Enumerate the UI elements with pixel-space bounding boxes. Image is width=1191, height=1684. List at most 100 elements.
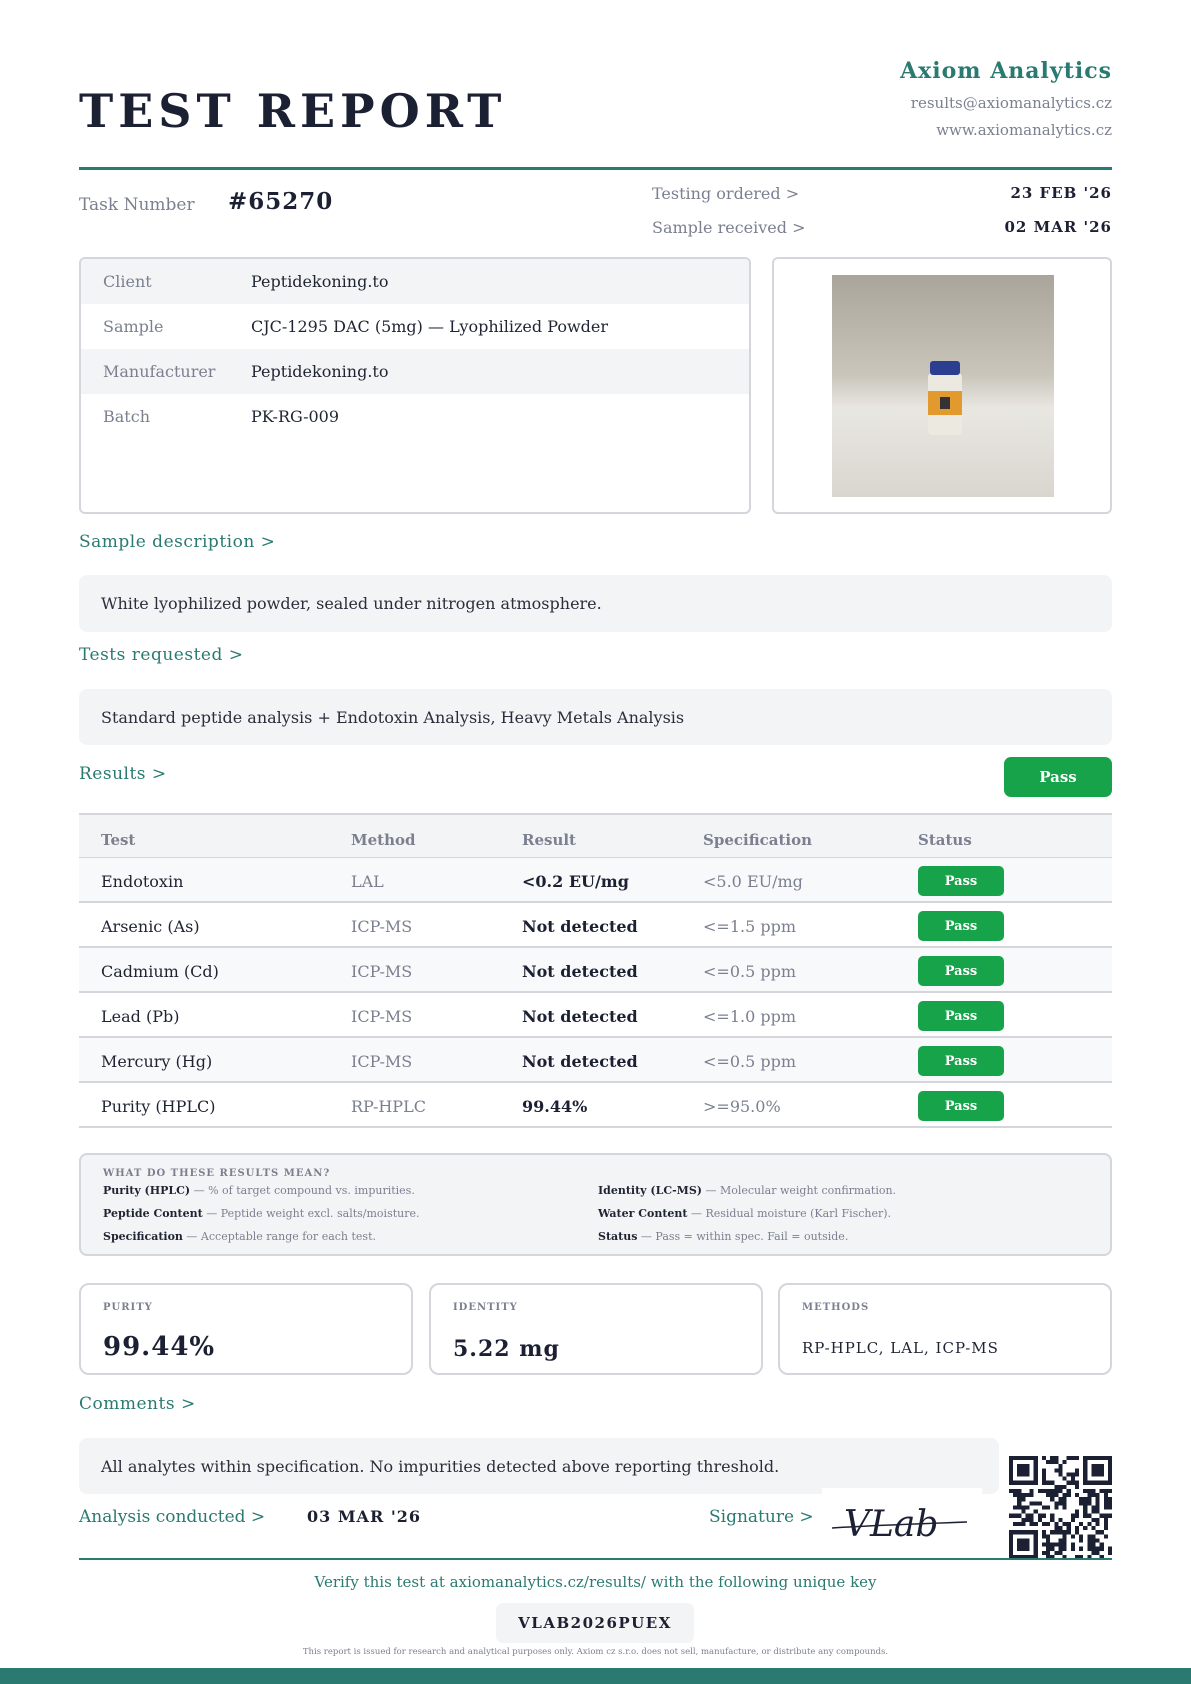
column-header-test: Test: [101, 831, 136, 849]
analysis-conducted-value: 03 MAR '26: [307, 1507, 421, 1526]
legend-desc: — Molecular weight confirmation.: [701, 1184, 897, 1197]
analysis-conducted-label: Analysis conducted >: [79, 1507, 266, 1527]
signature-drawing: VLab: [831, 1504, 968, 1545]
cell-result: Not detected: [522, 1052, 638, 1071]
status-badge: Pass: [918, 1001, 1004, 1031]
task-number-value: #65270: [228, 188, 334, 215]
brand-website[interactable]: www.axiomanalytics.cz: [936, 121, 1112, 139]
testing-ordered-value: 23 FEB '26: [1010, 184, 1112, 202]
cell-specification: >=95.0%: [703, 1097, 781, 1116]
bottom-accent-bar: [0, 1668, 1191, 1684]
cell-specification: <=0.5 ppm: [703, 1052, 796, 1071]
table-row: Lead (Pb) ICP-MS Not detected <=1.0 ppm …: [79, 993, 1112, 1038]
tests-requested-box: Standard peptide analysis + Endotoxin An…: [79, 689, 1112, 745]
cell-method: ICP-MS: [351, 962, 413, 981]
sample-info-card: Client Peptidekoning.to Sample CJC-1295 …: [79, 257, 751, 514]
cell-method: ICP-MS: [351, 1052, 413, 1071]
legend-item: Water Content — Residual moisture (Karl …: [598, 1207, 891, 1220]
info-value: CJC-1295 DAC (5mg) — Lyophilized Powder: [251, 317, 609, 336]
status-badge: Pass: [918, 866, 1004, 896]
sample-description-heading: Sample description >: [79, 532, 276, 552]
legend-term: Status: [598, 1230, 638, 1243]
info-value: PK-RG-009: [251, 407, 340, 426]
legend-item: Purity (HPLC) — % of target compound vs.…: [103, 1184, 415, 1197]
footer-divider: [79, 1558, 1112, 1560]
table-row: Purity (HPLC) RP-HPLC 99.44% >=95.0% Pas…: [79, 1083, 1112, 1128]
table-row: Arsenic (As) ICP-MS Not detected <=1.5 p…: [79, 903, 1112, 948]
identity-stat-card: IDENTITY 5.22 mg: [429, 1283, 763, 1375]
cell-test: Endotoxin: [101, 872, 184, 891]
sample-photo-card: [772, 257, 1112, 514]
legend-desc: — Peptide weight excl. salts/moisture.: [202, 1207, 420, 1220]
cell-result: <0.2 EU/mg: [522, 872, 629, 891]
signature-image: VLab: [822, 1488, 982, 1552]
table-header: Test Method Result Specification Status: [79, 813, 1112, 858]
sample-description-text: White lyophilized powder, sealed under n…: [101, 594, 602, 613]
cell-test: Arsenic (As): [101, 917, 200, 936]
cell-test: Cadmium (Cd): [101, 962, 219, 981]
header-divider: [79, 167, 1112, 170]
legend-term: Specification: [103, 1230, 183, 1243]
unique-key[interactable]: VLAB2026PUEX: [496, 1603, 694, 1643]
stat-value: 5.22 mg: [453, 1336, 560, 1362]
info-value: Peptidekoning.to: [251, 362, 389, 381]
tests-requested-text: Standard peptide analysis + Endotoxin An…: [101, 707, 685, 727]
info-label: Batch: [103, 407, 150, 426]
column-header-method: Method: [351, 831, 416, 849]
stat-label: IDENTITY: [453, 1302, 518, 1313]
cell-result: 99.44%: [522, 1097, 588, 1116]
verify-instructions: Verify this test at axiomanalytics.cz/re…: [314, 1573, 877, 1591]
cell-method: ICP-MS: [351, 1007, 413, 1026]
status-badge: Pass: [918, 911, 1004, 941]
stat-value: 99.44%: [103, 1332, 216, 1362]
cell-specification: <=1.5 ppm: [703, 917, 796, 936]
task-number-label: Task Number: [79, 195, 195, 215]
sample-description-box: White lyophilized powder, sealed under n…: [79, 575, 1112, 632]
status-badge: Pass: [918, 956, 1004, 986]
legend-item: Peptide Content — Peptide weight excl. s…: [103, 1207, 420, 1220]
table-row: Cadmium (Cd) ICP-MS Not detected <=0.5 p…: [79, 948, 1112, 993]
legend-term: Peptide Content: [103, 1207, 203, 1220]
qr-code-icon[interactable]: [1009, 1456, 1112, 1559]
info-label: Sample: [103, 317, 164, 336]
report-title: TEST REPORT: [79, 84, 507, 138]
comments-text: All analytes within specification. No im…: [101, 1456, 780, 1476]
cell-specification: <5.0 EU/mg: [703, 872, 803, 891]
legend-desc: — Pass = within spec. Fail = outside.: [637, 1230, 849, 1243]
sample-received-value: 02 MAR '26: [1004, 218, 1112, 236]
signature-label: Signature >: [709, 1507, 814, 1527]
cell-result: Not detected: [522, 917, 638, 936]
table-row: Mercury (Hg) ICP-MS Not detected <=0.5 p…: [79, 1038, 1112, 1083]
cell-method: LAL: [351, 872, 384, 891]
stat-value: RP-HPLC, LAL, ICP-MS: [802, 1339, 999, 1357]
methods-stat-card: METHODS RP-HPLC, LAL, ICP-MS: [778, 1283, 1112, 1375]
info-value: Peptidekoning.to: [251, 272, 389, 291]
purity-stat-card: PURITY 99.44%: [79, 1283, 413, 1375]
vial-cap: [930, 361, 960, 375]
cell-method: ICP-MS: [351, 917, 413, 936]
tests-requested-heading: Tests requested >: [79, 645, 244, 665]
legend-item: Specification — Acceptable range for eac…: [103, 1230, 376, 1243]
results-legend: WHAT DO THESE RESULTS MEAN? Purity (HPLC…: [79, 1153, 1112, 1256]
column-header-result: Result: [522, 831, 576, 849]
cell-test: Lead (Pb): [101, 1007, 180, 1026]
legend-desc: — Acceptable range for each test.: [182, 1230, 376, 1243]
cell-specification: <=1.0 ppm: [703, 1007, 796, 1026]
legend-desc: — Residual moisture (Karl Fischer).: [687, 1207, 892, 1220]
overall-pass-badge: Pass: [1004, 757, 1112, 797]
cell-result: Not detected: [522, 1007, 638, 1026]
comments-box: All analytes within specification. No im…: [79, 1438, 999, 1494]
sample-vial-photo: [832, 275, 1054, 497]
cell-test: Mercury (Hg): [101, 1052, 213, 1071]
results-heading: Results >: [79, 764, 167, 784]
sample-received-label: Sample received >: [652, 218, 806, 237]
brand-email[interactable]: results@axiomanalytics.cz: [911, 94, 1112, 112]
legend-term: Purity (HPLC): [103, 1184, 191, 1197]
info-row-sample: Sample CJC-1295 DAC (5mg) — Lyophilized …: [81, 304, 749, 349]
cell-method: RP-HPLC: [351, 1097, 426, 1116]
legend-item: Identity (LC-MS) — Molecular weight conf…: [598, 1184, 896, 1197]
testing-ordered-label: Testing ordered >: [652, 184, 800, 203]
info-row-client: Client Peptidekoning.to: [81, 259, 749, 304]
stat-label: PURITY: [103, 1302, 153, 1313]
legend-item: Status — Pass = within spec. Fail = outs…: [598, 1230, 848, 1243]
